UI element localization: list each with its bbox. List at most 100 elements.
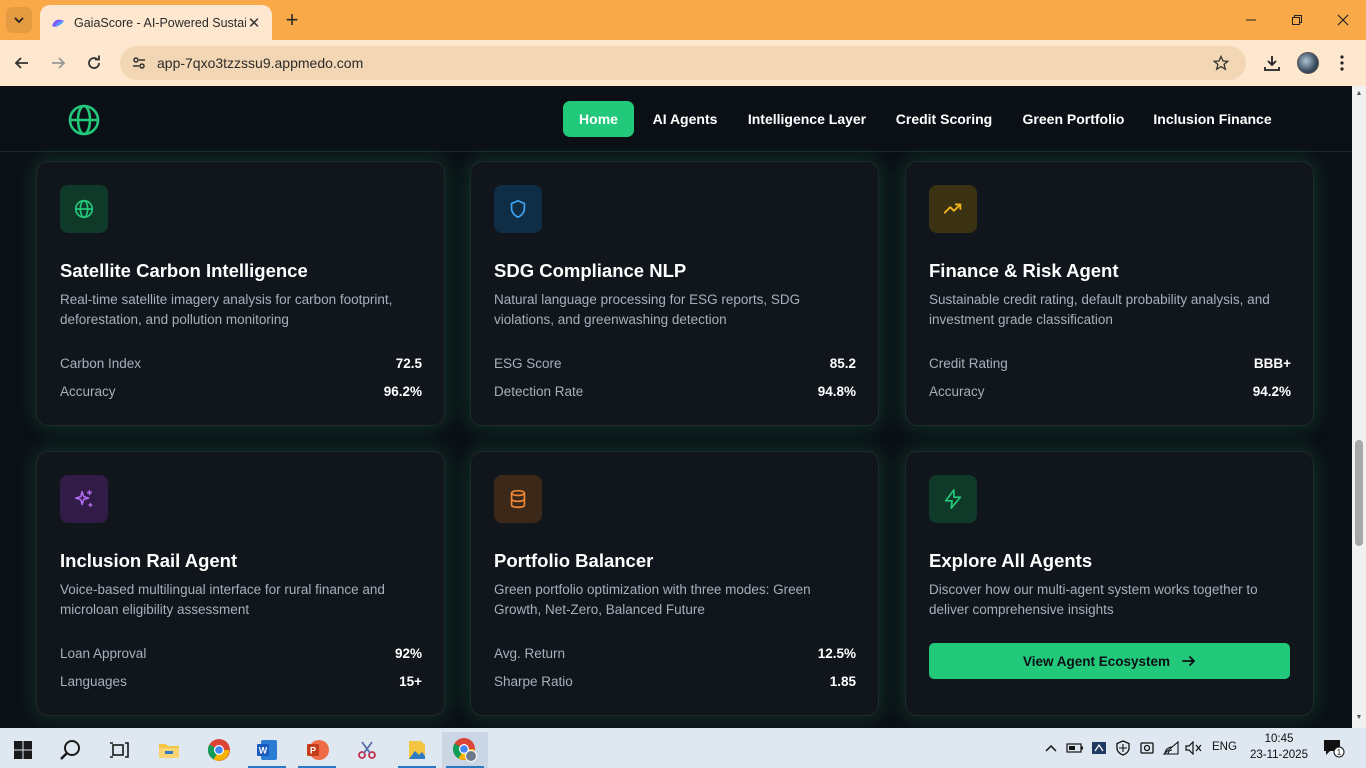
back-button[interactable] [7, 48, 37, 78]
sparkles-icon [60, 475, 108, 523]
scroll-thumb[interactable] [1355, 440, 1363, 546]
restore-button[interactable] [1274, 0, 1320, 40]
agent-card-finance-risk[interactable]: Finance & Risk Agent Sustainable credit … [905, 161, 1314, 426]
shield-icon [494, 185, 542, 233]
site-navbar: Home AI Agents Intelligence Layer Credit… [0, 86, 1352, 152]
card-description: Voice-based multilingual interface for r… [60, 582, 385, 617]
arrow-left-icon [14, 57, 28, 69]
browser-menu-button[interactable] [1327, 48, 1357, 78]
nav-green-portfolio[interactable]: Green Portfolio [1016, 101, 1131, 137]
volume-muted-icon[interactable] [1184, 738, 1204, 758]
chrome-active-button[interactable] [442, 732, 488, 768]
svg-text:W: W [259, 746, 268, 756]
clock-date: 23-11-2025 [1250, 749, 1308, 761]
nav-home[interactable]: Home [563, 101, 634, 137]
notification-count: 1 [1337, 748, 1342, 757]
metric-row: Credit Rating BBB+ [929, 356, 1291, 371]
nav-inclusion-finance[interactable]: Inclusion Finance [1149, 101, 1276, 137]
forward-button[interactable] [43, 48, 73, 78]
address-bar[interactable]: app-7qxo3tzzssu9.appmedo.com [120, 46, 1246, 80]
app-favicon-icon [52, 19, 64, 27]
card-title: Inclusion Rail Agent [60, 550, 238, 571]
agent-card-sdg-compliance[interactable]: SDG Compliance NLP Natural language proc… [470, 161, 879, 426]
taskbar-clock[interactable]: 10:45 23-11-2025 [1250, 731, 1308, 763]
site-settings-icon[interactable] [124, 48, 154, 78]
agent-card-inclusion-rail[interactable]: Inclusion Rail Agent Voice-based multili… [36, 451, 445, 716]
meet-now-icon[interactable] [1089, 738, 1109, 758]
card-description: Discover how our multi-agent system work… [929, 582, 1258, 617]
search-button[interactable] [48, 732, 94, 768]
minimize-button[interactable] [1228, 0, 1274, 40]
chrome-profile-icon [453, 738, 477, 762]
page-viewport: Home AI Agents Intelligence Layer Credit… [0, 86, 1352, 728]
download-icon [1264, 56, 1280, 71]
card-description: Natural language processing for ESG repo… [494, 292, 801, 327]
search-icon [60, 740, 80, 760]
nav-ai-agents[interactable]: AI Agents [646, 101, 724, 137]
reload-button[interactable] [79, 48, 109, 78]
browser-toolbar: app-7qxo3tzzssu9.appmedo.com [0, 40, 1366, 86]
arrow-right-icon [52, 57, 66, 69]
view-agent-ecosystem-button[interactable]: View Agent Ecosystem [929, 643, 1290, 679]
trending-up-icon [929, 185, 977, 233]
metric-row: Accuracy 96.2% [60, 384, 422, 399]
metric-row: Loan Approval 92% [60, 646, 422, 661]
close-window-button[interactable] [1320, 0, 1366, 40]
tab-search-button[interactable] [6, 7, 32, 33]
chrome-button[interactable] [196, 732, 242, 768]
notification-center-button[interactable]: 1 [1322, 737, 1346, 759]
metric-label: Credit Rating [929, 356, 1008, 371]
security-icon[interactable] [1113, 738, 1133, 758]
bookmark-star-icon[interactable] [1206, 48, 1236, 78]
metric-value: 92% [394, 646, 422, 661]
photos-button[interactable] [394, 732, 440, 768]
metric-label: Accuracy [929, 384, 985, 399]
profile-button[interactable] [1293, 48, 1323, 78]
nav-credit-scoring[interactable]: Credit Scoring [890, 101, 998, 137]
agent-card-satellite-carbon[interactable]: Satellite Carbon Intelligence Real-time … [36, 161, 445, 426]
metric-label: Sharpe Ratio [494, 674, 573, 689]
nav-intelligence-layer[interactable]: Intelligence Layer [742, 101, 872, 137]
file-explorer-button[interactable] [146, 732, 192, 768]
page-scrollbar[interactable]: ▲ ▼ [1352, 86, 1366, 728]
wifi-icon[interactable] [1161, 738, 1181, 758]
new-tab-button[interactable]: + [280, 7, 304, 32]
powerpoint-button[interactable]: P [294, 732, 340, 768]
battery-icon[interactable] [1065, 738, 1085, 758]
metric-label: Accuracy [60, 384, 116, 399]
show-hidden-icons[interactable] [1041, 738, 1061, 758]
agent-card-portfolio-balancer[interactable]: Portfolio Balancer Green portfolio optim… [470, 451, 879, 716]
svg-text:P: P [310, 746, 316, 756]
card-title: Explore All Agents [929, 550, 1093, 571]
metric-label: Carbon Index [60, 356, 142, 371]
start-button[interactable] [0, 732, 46, 768]
tab-close-icon[interactable]: ✕ [246, 15, 262, 32]
button-label: View Agent Ecosystem [1022, 653, 1171, 669]
globe-logo-icon[interactable] [66, 102, 102, 138]
card-description: Sustainable credit rating, default proba… [929, 292, 1270, 327]
arrow-right-icon [1182, 654, 1196, 668]
globe-icon [60, 185, 108, 233]
metric-value: 94.8% [817, 384, 856, 399]
chevron-down-icon [14, 17, 24, 24]
metric-row: Languages 15+ [60, 674, 422, 689]
word-button[interactable]: W [244, 732, 290, 768]
avatar [1297, 52, 1319, 74]
language-indicator[interactable]: ENG [1212, 741, 1237, 753]
scroll-down-icon[interactable]: ▼ [1355, 714, 1363, 722]
metric-label: Detection Rate [494, 384, 584, 399]
browser-tab[interactable]: GaiaScore - AI-Powered Sustain ✕ [40, 5, 272, 40]
card-title: Finance & Risk Agent [929, 260, 1119, 281]
metric-row: Avg. Return 12.5% [494, 646, 856, 661]
scroll-up-icon[interactable]: ▲ [1355, 90, 1363, 98]
metric-value: 15+ [399, 674, 422, 689]
card-description: Real-time satellite imagery analysis for… [60, 292, 393, 327]
camera-icon[interactable] [1137, 738, 1157, 758]
metric-label: Loan Approval [60, 646, 147, 661]
tab-title: GaiaScore - AI-Powered Sustain [74, 15, 246, 30]
snipping-tool-button[interactable] [344, 732, 390, 768]
metric-label: Avg. Return [494, 646, 566, 661]
downloads-button[interactable] [1257, 48, 1287, 78]
windows-logo-icon [14, 741, 32, 759]
task-view-button[interactable] [96, 732, 142, 768]
